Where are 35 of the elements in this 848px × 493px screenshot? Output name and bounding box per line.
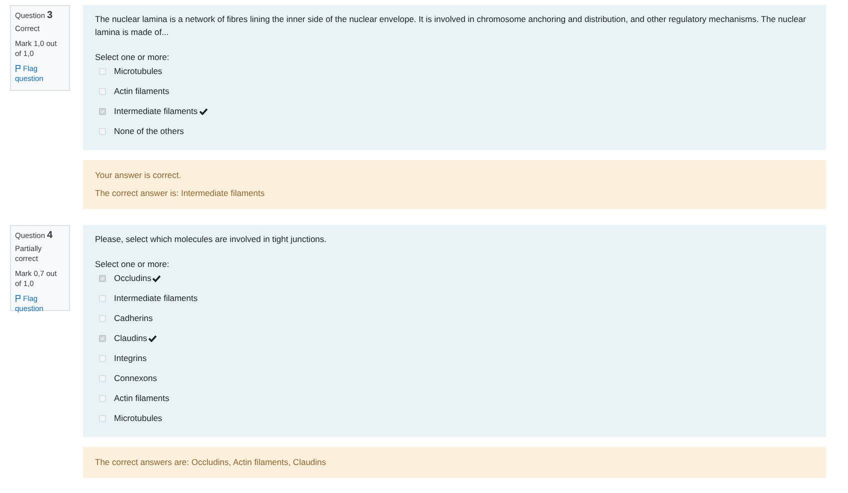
option-label: Occludins xyxy=(114,272,152,285)
feedback-text: Your answer is correct. xyxy=(95,169,182,182)
checkbox[interactable] xyxy=(99,275,106,282)
checkbox[interactable] xyxy=(99,88,106,95)
flag-icon xyxy=(15,295,21,302)
question-text: Please, select which molecules are involved in tight junctions. xyxy=(95,233,328,246)
option-label: Actin filaments xyxy=(114,85,170,98)
option-label: Microtubules xyxy=(114,65,162,78)
question-number: 3 xyxy=(47,11,53,21)
select-prompt: Select one or more: xyxy=(95,51,170,64)
checkbox[interactable] xyxy=(99,395,106,402)
checkbox[interactable] xyxy=(99,108,106,115)
option-label: Microtubules xyxy=(114,412,162,425)
checkbox[interactable] xyxy=(99,128,106,135)
option-label: Intermediate filaments xyxy=(114,292,198,305)
checkbox[interactable] xyxy=(99,295,106,302)
feedback-text: The correct answers are: Occludins, Actin filaments, Claudins xyxy=(95,456,328,469)
option-label: Claudins xyxy=(114,332,148,345)
checkbox[interactable] xyxy=(99,68,106,75)
option-label: None of the others xyxy=(114,125,184,138)
option-label: Actin filaments xyxy=(114,392,170,405)
option-label: Integrins xyxy=(114,352,147,365)
checkbox[interactable] xyxy=(99,315,106,322)
checkbox[interactable] xyxy=(99,335,106,342)
checkbox[interactable] xyxy=(99,415,106,422)
flag-icon xyxy=(15,65,21,72)
option-label: Intermediate filaments xyxy=(114,105,198,118)
checkbox[interactable] xyxy=(99,355,106,362)
option-label: Connexons xyxy=(114,372,158,385)
checkbox[interactable] xyxy=(99,375,106,382)
question-number: 4 xyxy=(47,231,53,241)
feedback-text: The correct answer is: Intermediate filaments xyxy=(95,187,266,200)
select-prompt: Select one or more: xyxy=(95,258,170,271)
question-text: The nuclear lamina is a network of fibres lining the inner side of the nuclear envelope. It is involved in chromosome anchoring and distribution, and other regulatory mechanisms. The nuclear lamina is made of... xyxy=(95,13,807,39)
option-label: Cadherins xyxy=(114,312,153,325)
